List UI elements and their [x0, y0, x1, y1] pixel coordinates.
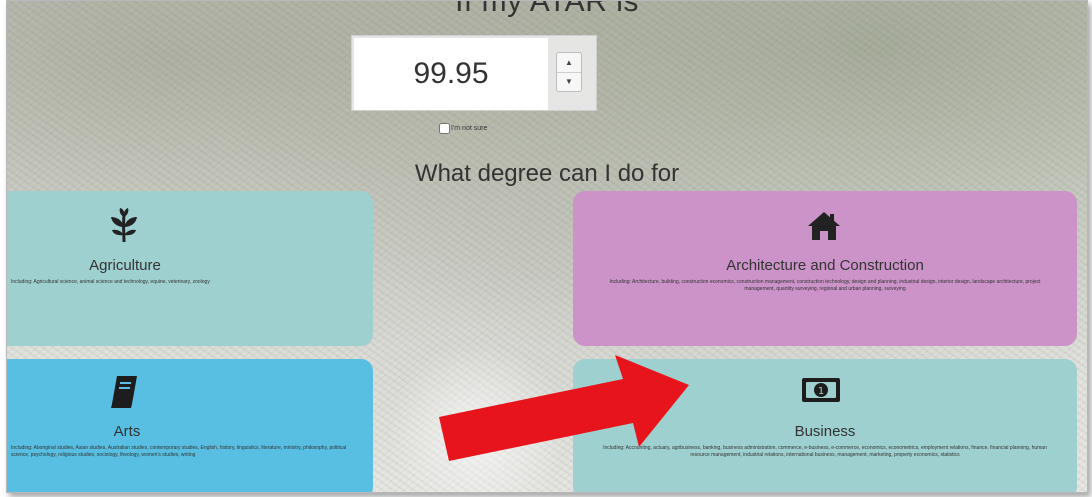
card-desc-architecture: Including: Architecture, building, const… [609, 279, 1041, 292]
money-icon: 1 [801, 377, 841, 408]
atar-input[interactable] [354, 38, 548, 110]
card-agriculture[interactable]: Agriculture Including: Agricultural scie… [7, 191, 373, 346]
card-title-arts: Arts [113, 423, 141, 440]
card-arts[interactable]: Arts Including: Aboriginal studies, Asia… [7, 359, 373, 492]
book-icon [109, 375, 139, 414]
card-title-agriculture: Agriculture [89, 257, 161, 274]
not-sure-checkbox[interactable] [439, 123, 450, 134]
not-sure-label: I'm not sure [451, 125, 488, 132]
sprout-icon [107, 207, 141, 248]
chevron-down-icon: ▼ [565, 77, 573, 87]
atar-heading: If my ATAR is [455, 0, 639, 18]
card-title-architecture: Architecture and Construction [726, 257, 924, 274]
decrement-button[interactable]: ▼ [557, 71, 581, 92]
atar-stepper[interactable]: ▲ ▼ [556, 52, 582, 92]
page-frame: If my ATAR is ▲ ▼ I'm not sure What degr… [6, 0, 1088, 493]
degree-heading: What degree can I do for [414, 160, 680, 187]
red-arrow-annotation [427, 349, 697, 474]
chevron-up-icon: ▲ [565, 57, 573, 67]
not-sure-option[interactable]: I'm not sure [439, 123, 487, 134]
atar-input-group: ▲ ▼ [351, 35, 597, 111]
svg-text:1: 1 [818, 386, 824, 397]
card-architecture[interactable]: Architecture and Construction Including:… [573, 191, 1077, 346]
home-icon [807, 211, 841, 246]
card-desc-arts: Including: Aboriginal studies, Asian stu… [11, 445, 347, 458]
increment-button[interactable]: ▲ [557, 53, 581, 72]
card-desc-agriculture: Including: Agricultural science, animal … [11, 279, 210, 285]
